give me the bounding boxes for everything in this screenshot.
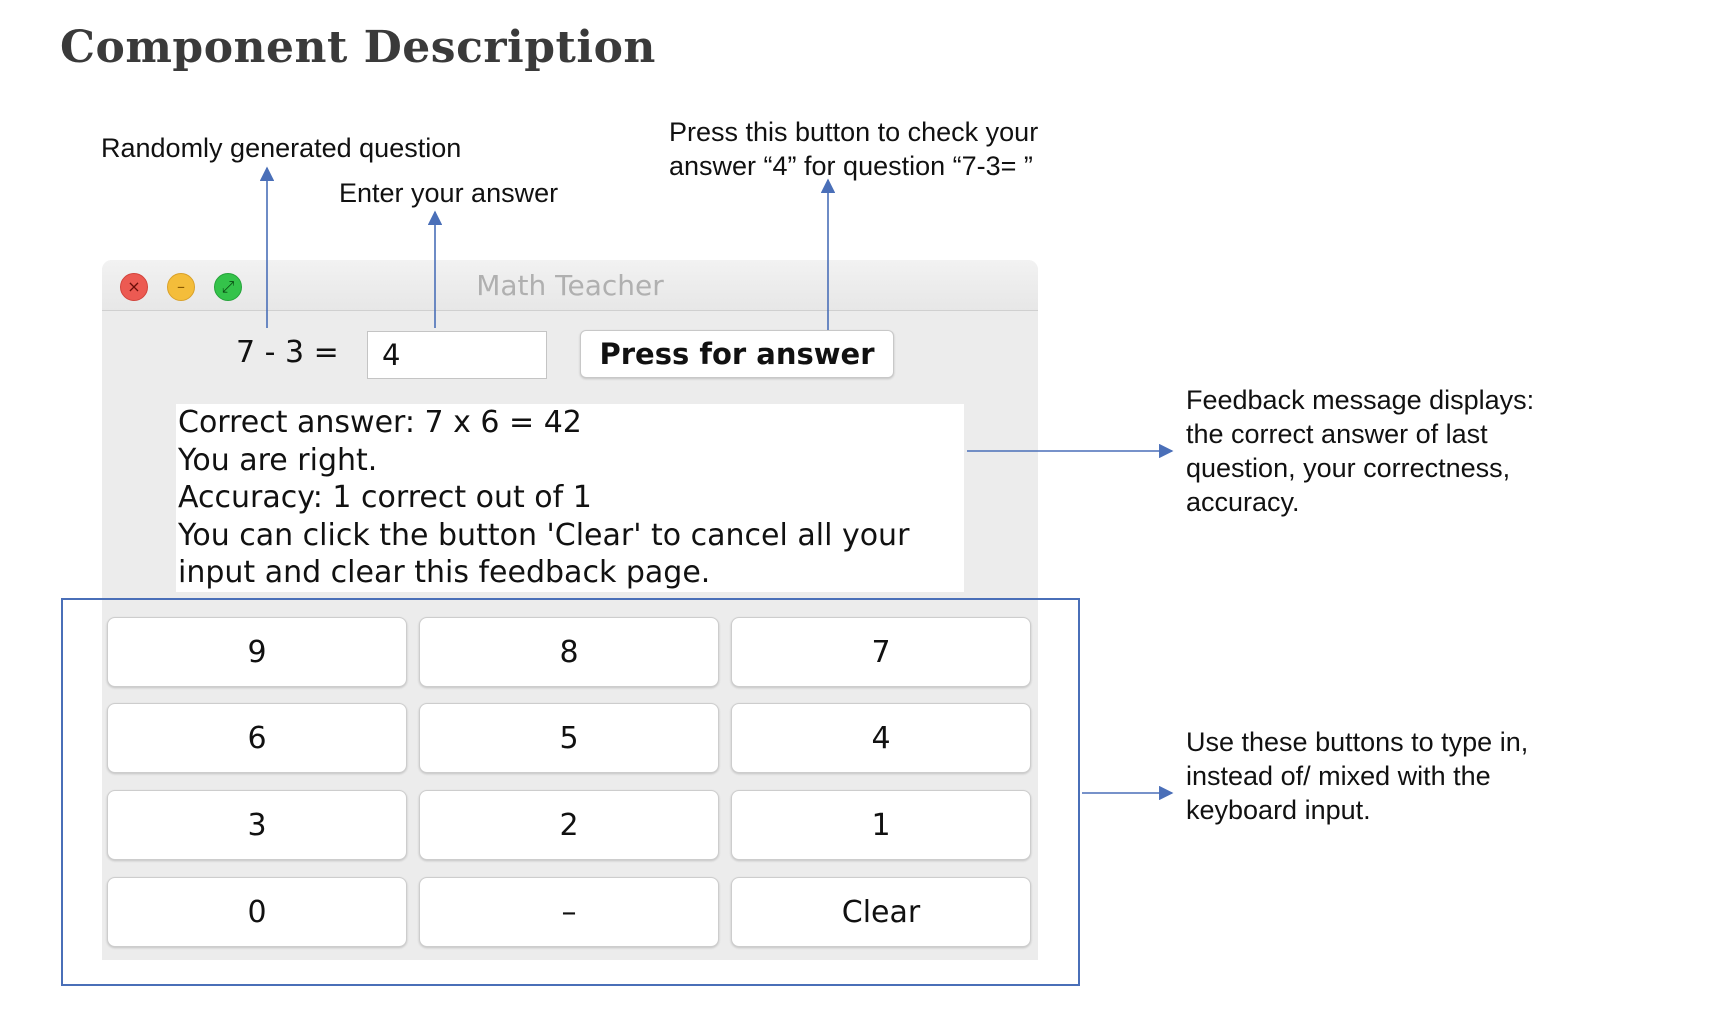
annotation-arrows: [259, 166, 1174, 801]
